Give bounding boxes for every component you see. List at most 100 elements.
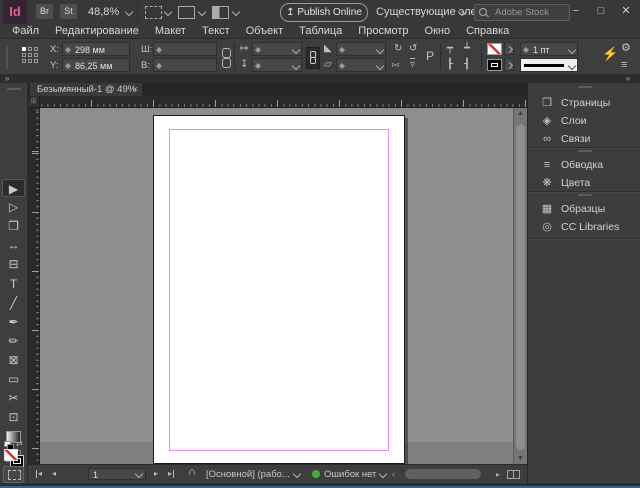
- width-stepper[interactable]: [156, 44, 163, 55]
- spread-view-icon[interactable]: [507, 470, 520, 479]
- gap-tool[interactable]: ↔: [2, 236, 25, 254]
- panel-cc-libraries[interactable]: ◎ CC Libraries: [528, 218, 640, 236]
- rectangle-tool[interactable]: ▭: [2, 370, 25, 388]
- menu-item[interactable]: Объект: [238, 24, 291, 39]
- panel-color[interactable]: ❋ Цвета: [528, 174, 640, 192]
- stroke-flyout-button[interactable]: [504, 58, 514, 71]
- scale-y-field[interactable]: [252, 58, 302, 72]
- menu-item[interactable]: Макет: [147, 24, 194, 39]
- width-field[interactable]: [153, 42, 217, 56]
- preflight-status-dropdown-icon[interactable]: [378, 469, 388, 479]
- type-tool[interactable]: T: [2, 275, 25, 293]
- height-field[interactable]: [153, 58, 217, 72]
- stroke-style-field[interactable]: [520, 58, 578, 72]
- panel-pages[interactable]: ❒ Страницы: [528, 94, 640, 112]
- panel-swatches[interactable]: ▦ Образцы: [528, 200, 640, 218]
- preflight-profile-dropdown-icon[interactable]: [292, 469, 302, 479]
- stroke-weight-dropdown-icon[interactable]: [567, 45, 577, 55]
- pen-tool[interactable]: ✒: [2, 313, 25, 331]
- screen-mode-dropdown-icon[interactable]: [197, 7, 207, 17]
- collapse-dock-icon[interactable]: «: [626, 74, 630, 83]
- scissors-tool[interactable]: ✂: [2, 389, 25, 407]
- shear-angle-field[interactable]: [336, 58, 386, 72]
- selection-tool[interactable]: ▶: [2, 179, 25, 197]
- rotation-stepper[interactable]: [339, 44, 346, 55]
- swap-fill-stroke-icon[interactable]: ⇄: [16, 439, 23, 448]
- tool-panel-grip[interactable]: [7, 88, 21, 90]
- scale-y-stepper[interactable]: [255, 60, 262, 71]
- ruler-corner[interactable]: ⊞: [28, 96, 40, 108]
- first-page-button[interactable]: ◂: [36, 470, 42, 478]
- stock-button[interactable]: St: [60, 4, 77, 19]
- constrain-dimensions-icon-2[interactable]: [222, 58, 231, 68]
- menu-item[interactable]: Просмотр: [350, 24, 416, 39]
- screen-mode-button[interactable]: [3, 466, 24, 483]
- preflight-status-text[interactable]: Ошибок нет: [324, 469, 376, 480]
- x-stepper[interactable]: [65, 44, 72, 55]
- vertical-scrollbar-thumb[interactable]: [516, 124, 525, 450]
- panel-links[interactable]: ∞ Связи: [528, 130, 640, 148]
- gear-icon[interactable]: ⚙: [621, 42, 631, 54]
- bridge-button[interactable]: Br: [36, 4, 53, 19]
- page-tool[interactable]: ❒: [2, 217, 25, 235]
- menu-item[interactable]: Файл: [4, 24, 47, 39]
- x-position-field[interactable]: 298 мм: [62, 42, 130, 56]
- page-number-dropdown-icon[interactable]: [134, 469, 144, 479]
- y-stepper[interactable]: [65, 60, 72, 71]
- shear-stepper[interactable]: [339, 60, 346, 71]
- back-chevron-icon[interactable]: ‹: [392, 469, 395, 480]
- fill-flyout-button[interactable]: [504, 42, 514, 55]
- rotation-dropdown-icon[interactable]: [375, 45, 385, 55]
- publish-online-button[interactable]: ↥ Publish Online: [280, 3, 368, 22]
- panel-menu-icon[interactable]: ≡: [621, 59, 627, 71]
- constrain-dimensions-icon[interactable]: [222, 48, 231, 58]
- scroll-up-icon[interactable]: ▲: [517, 110, 524, 117]
- close-button[interactable]: ✕: [616, 0, 636, 22]
- align-right-icon[interactable]: ┨: [464, 59, 470, 71]
- scroll-right-icon[interactable]: ▸: [496, 471, 500, 479]
- reference-point-proxy[interactable]: [22, 47, 42, 67]
- zoom-level-value[interactable]: 48,8%: [88, 0, 119, 24]
- flip-vertical-icon[interactable]: ▿: [410, 58, 416, 71]
- next-page-button[interactable]: ▸: [154, 470, 158, 478]
- menu-item[interactable]: Текст: [194, 24, 238, 39]
- panel-grip[interactable]: [6, 45, 8, 69]
- fill-swatch[interactable]: [487, 43, 502, 55]
- previous-page-button[interactable]: ◂: [52, 470, 56, 478]
- dock-grip[interactable]: [578, 194, 592, 196]
- lightning-icon[interactable]: ⚡: [602, 47, 618, 60]
- default-fill-stroke-icon[interactable]: [4, 441, 14, 450]
- constrain-scale-chain[interactable]: [306, 47, 320, 69]
- document-tab[interactable]: Безымянный-1 @ 49% ×: [30, 83, 142, 96]
- page[interactable]: [153, 115, 405, 464]
- arrange-documents-dropdown-icon[interactable]: [231, 7, 241, 17]
- scale-x-dropdown-icon[interactable]: [291, 45, 301, 55]
- y-position-field[interactable]: 86,25 мм: [62, 58, 130, 72]
- search-box[interactable]: [474, 4, 570, 21]
- zoom-level-dropdown-icon[interactable]: [124, 7, 134, 17]
- pencil-tool[interactable]: ✏: [2, 332, 25, 350]
- menu-item[interactable]: Справка: [458, 24, 517, 39]
- menu-item[interactable]: Окно: [417, 24, 459, 39]
- stroke-weight-stepper[interactable]: [523, 44, 530, 55]
- align-bottom-icon[interactable]: ┷: [464, 43, 470, 55]
- align-top-icon[interactable]: ┯: [447, 43, 453, 55]
- rotation-angle-field[interactable]: [336, 42, 386, 56]
- free-transform-tool[interactable]: ⊡: [2, 408, 25, 426]
- scale-y-dropdown-icon[interactable]: [291, 61, 301, 71]
- rectangle-frame-tool[interactable]: ⊠: [2, 351, 25, 369]
- line-tool[interactable]: ╱: [2, 294, 25, 312]
- view-options-icon[interactable]: [145, 6, 162, 19]
- direct-selection-tool[interactable]: ▷: [2, 198, 25, 216]
- panel-stroke[interactable]: ≡ Обводка: [528, 156, 640, 174]
- stroke-swatch[interactable]: [487, 59, 502, 71]
- search-input[interactable]: [493, 5, 569, 20]
- flip-horizontal-icon[interactable]: ▹◃: [392, 59, 399, 71]
- maximize-button[interactable]: □: [591, 0, 611, 22]
- height-stepper[interactable]: [156, 60, 163, 71]
- menu-item[interactable]: Таблица: [291, 24, 350, 39]
- last-page-button[interactable]: ▸: [168, 470, 175, 478]
- stroke-weight-field[interactable]: 1 пт: [520, 42, 578, 56]
- stroke-style-dropdown-icon[interactable]: [567, 61, 577, 71]
- vertical-scrollbar[interactable]: ▲ ▼: [513, 108, 527, 464]
